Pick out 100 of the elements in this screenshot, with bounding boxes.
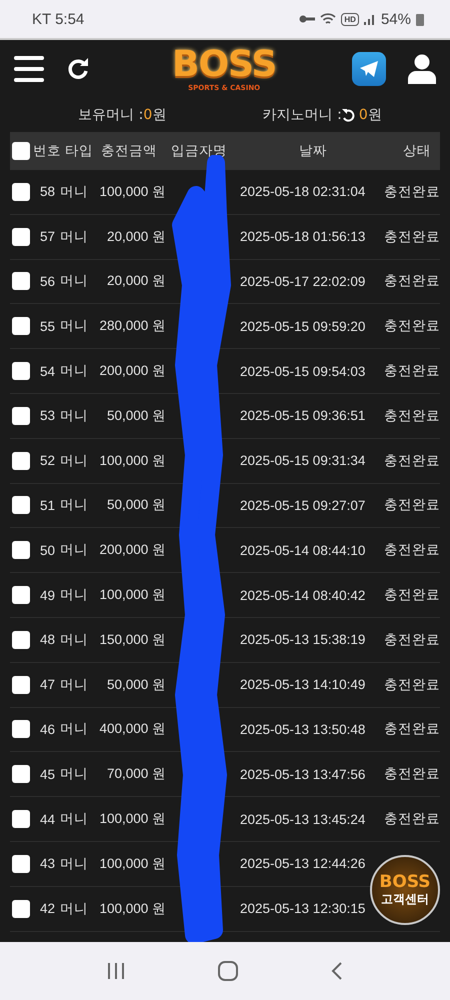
table-cell: 충전완료 <box>384 676 440 694</box>
table-cell-text: 머니 <box>60 317 89 336</box>
balance-text: 보유머니 :0원 <box>78 106 166 124</box>
table-cell-text: 2025-05-15 09:31:34 <box>240 453 366 468</box>
column-header: 날짜 <box>298 142 328 160</box>
checkbox[interactable] <box>12 676 30 694</box>
table-cell-text: 2025-05-17 22:02:09 <box>240 274 366 289</box>
table-cell: 충전완료 <box>384 452 440 470</box>
balance-text: 카지노머니 : 0원 <box>262 106 382 124</box>
carrier-time: KT 5:54 <box>32 10 84 28</box>
table-cell-text: 머니 <box>60 720 89 738</box>
table-cell: 충전완료 <box>384 406 440 425</box>
table-cell-text: 44 <box>39 812 56 827</box>
checkbox[interactable] <box>12 720 30 738</box>
table-cell: 충전완료 <box>384 496 440 514</box>
checkbox[interactable] <box>12 452 30 470</box>
telegram-button[interactable] <box>352 52 386 86</box>
checkbox[interactable] <box>12 541 30 560</box>
checkbox[interactable] <box>12 900 30 918</box>
table-cell-text: 2025-05-15 09:59:20 <box>240 318 366 334</box>
table-cell-text: 49 <box>39 588 56 603</box>
wifi-icon <box>320 12 336 26</box>
table-cell-text: 50,000 원 <box>106 496 166 514</box>
table-cell-text: 400,000 원 <box>98 720 166 738</box>
table-cell-text: 머니 <box>60 452 89 470</box>
table-cell-text: 56 <box>39 274 56 289</box>
table-cell-text: 100,000 원 <box>98 810 166 828</box>
table-cell-text: 머니 <box>60 406 89 425</box>
battery-icon <box>416 12 424 26</box>
table-cell-text: 50 <box>39 542 56 558</box>
table-cell-text: 머니 <box>60 362 89 380</box>
table-cell-text: 머니 <box>60 586 89 604</box>
table-cell-text: 51 <box>39 498 56 513</box>
table-cell-text: 20,000 원 <box>106 228 166 246</box>
table-cell-text: 46 <box>39 722 56 737</box>
user-icon[interactable] <box>408 54 436 84</box>
table-cell-text: 2025-05-18 01:56:13 <box>240 229 366 244</box>
table-cell-text: 100,000 원 <box>98 182 166 201</box>
refresh-icon[interactable] <box>342 108 355 122</box>
table-cell-text: 2025-05-15 09:27:07 <box>240 498 366 513</box>
checkbox[interactable] <box>12 182 30 201</box>
recent-apps-icon[interactable] <box>106 963 125 979</box>
table-cell-text: 2025-05-13 13:45:24 <box>240 812 366 827</box>
table-cell-text: 42 <box>39 901 56 916</box>
checkbox[interactable] <box>12 496 30 514</box>
column-header: 입금자명 <box>171 142 228 160</box>
table-cell-text: 58 <box>39 184 56 200</box>
table-cell: 충전완료 <box>384 720 440 738</box>
table-cell-text: 2025-05-13 13:47:56 <box>240 766 366 782</box>
column-header: 타입 <box>65 142 94 160</box>
menu-icon[interactable] <box>14 56 44 82</box>
checkbox[interactable] <box>12 362 30 380</box>
table-cell-text: 52 <box>39 453 56 468</box>
table-cell-text: 54 <box>39 364 56 379</box>
checkbox[interactable] <box>12 810 30 828</box>
checkbox[interactable] <box>12 317 30 336</box>
table-cell: 충전완료 <box>384 272 440 290</box>
key-icon <box>299 14 316 24</box>
support-badge[interactable]: BOSS 고객센터 <box>370 855 440 925</box>
table-cell-text: 150,000 원 <box>98 630 166 649</box>
checkbox[interactable] <box>12 142 30 160</box>
table-cell-text: 머니 <box>60 765 89 784</box>
table-cell-text: 머니 <box>60 676 89 694</box>
checkbox[interactable] <box>12 406 30 425</box>
table-cell-text: 200,000 원 <box>98 541 166 560</box>
checkbox[interactable] <box>12 630 30 649</box>
column-header: 번호 <box>32 142 62 160</box>
table-cell-text: 머니 <box>60 630 89 649</box>
table-cell-text: 48 <box>39 632 56 648</box>
table-cell: 충전완료 <box>384 810 440 828</box>
column-header: 상태 <box>402 142 431 160</box>
table-cell-text: 머니 <box>60 228 89 246</box>
paper-plane-icon <box>359 60 379 78</box>
table-cell-text: 머니 <box>60 854 89 873</box>
checkbox[interactable] <box>12 228 30 246</box>
checkbox[interactable] <box>12 854 30 873</box>
table-cell: 충전완료 <box>384 182 440 201</box>
refresh-icon[interactable] <box>66 57 90 81</box>
home-icon[interactable] <box>218 961 238 981</box>
checkbox[interactable] <box>12 586 30 604</box>
table-cell-text: 2025-05-18 02:31:04 <box>240 184 366 200</box>
table-cell-text: 50,000 원 <box>106 406 166 425</box>
table-cell-text: 2025-05-15 09:36:51 <box>240 408 366 424</box>
checkbox[interactable] <box>12 272 30 290</box>
table-cell-text: 53 <box>39 408 56 424</box>
table-cell-text: 2025-05-13 12:30:15 <box>240 901 366 916</box>
table-cell-text: 280,000 원 <box>98 317 166 336</box>
table-cell-text: 100,000 원 <box>98 854 166 873</box>
signal-icon <box>364 13 376 25</box>
table-cell-text: 50,000 원 <box>106 676 166 694</box>
table-cell: 충전완료 <box>384 765 440 784</box>
table-cell-text: 2025-05-13 13:50:48 <box>240 722 366 737</box>
table-cell-text: 55 <box>39 318 56 334</box>
table-cell-text: 200,000 원 <box>98 362 166 380</box>
table-cell-text: 머니 <box>60 182 89 201</box>
checkbox[interactable] <box>12 765 30 784</box>
table-cell: 충전완료 <box>384 541 440 560</box>
back-icon[interactable] <box>331 962 344 980</box>
table-cell-text: 70,000 원 <box>106 765 166 784</box>
table-cell-text: 2025-05-15 09:54:03 <box>240 364 366 379</box>
